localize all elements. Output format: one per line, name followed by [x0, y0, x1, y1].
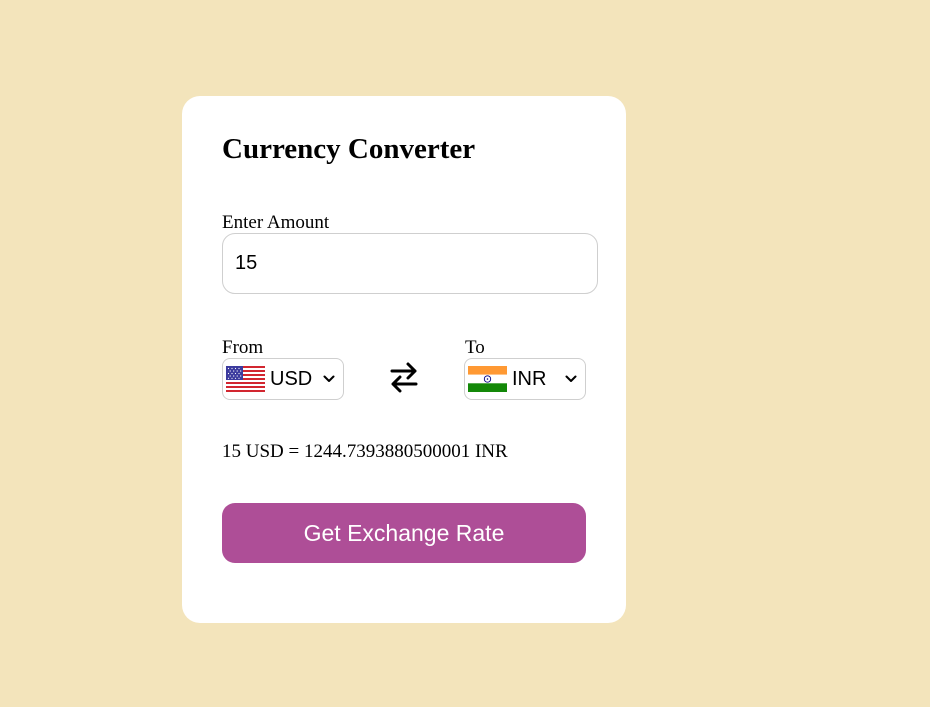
from-currency-select[interactable]: USD — [222, 358, 344, 400]
page-title: Currency Converter — [222, 133, 476, 165]
to-label: To — [465, 337, 485, 358]
swap-arrows-icon[interactable] — [389, 360, 419, 394]
amount-input[interactable] — [222, 233, 598, 294]
get-exchange-rate-button[interactable]: Get Exchange Rate — [222, 503, 586, 563]
from-currency-value: USD — [270, 368, 313, 390]
india-flag-icon — [468, 366, 507, 392]
converter-card: Currency Converter Enter Amount From USD — [182, 96, 626, 623]
amount-label: Enter Amount — [222, 212, 330, 233]
to-currency-value: INR — [512, 368, 547, 390]
exchange-result: 15 USD = 1244.7393880500001 INR — [222, 441, 508, 462]
from-label: From — [222, 337, 264, 358]
chevron-down-icon — [323, 375, 335, 382]
chevron-down-icon — [565, 375, 577, 382]
us-flag-icon — [226, 366, 265, 392]
to-currency-select[interactable]: INR — [464, 358, 586, 400]
